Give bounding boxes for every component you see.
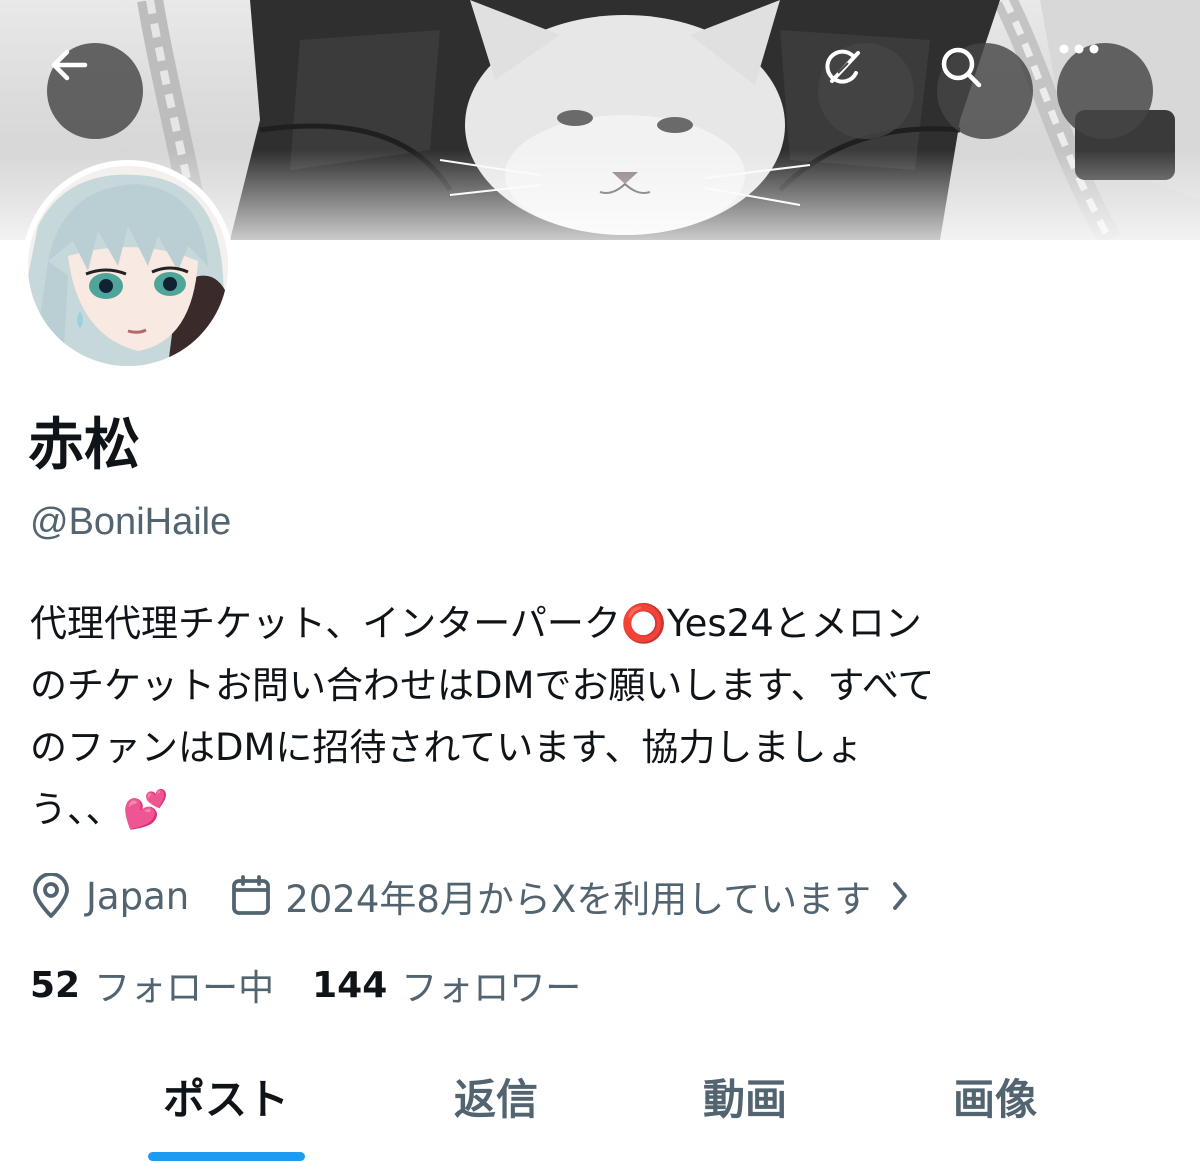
- avatar-image: [28, 166, 228, 366]
- following-count: 52: [30, 964, 81, 1006]
- tab-posts[interactable]: ポスト: [126, 1060, 326, 1132]
- search-button[interactable]: [937, 43, 1033, 139]
- avatar[interactable]: [22, 160, 234, 372]
- user-handle: @BoniHaile: [30, 501, 232, 543]
- profile-bio: 代理代理チケット、インターパーク⭕Yes24とメロン のチケットお問い合わせはD…: [30, 602, 935, 831]
- join-date-item[interactable]: 2024年8月からXを利用しています: [231, 869, 911, 923]
- tab-videos[interactable]: 動画: [645, 1060, 845, 1132]
- back-arrow-icon: [51, 49, 88, 81]
- grok-button[interactable]: [818, 43, 914, 139]
- active-tab-indicator: [148, 1152, 305, 1161]
- display-name: 赤松: [28, 413, 140, 478]
- location-pin-icon: [33, 873, 69, 918]
- chevron-right-icon: [893, 882, 908, 910]
- more-button[interactable]: [1057, 43, 1153, 139]
- location-item: Japan: [30, 873, 189, 919]
- tab-replies[interactable]: 返信: [396, 1060, 596, 1132]
- followers-label: フォロワー: [401, 968, 582, 1009]
- calendar-icon: [232, 875, 271, 915]
- profile-meta: Japan 2024年8月からXを利用しています: [30, 864, 911, 928]
- back-button[interactable]: [47, 43, 143, 139]
- following-label: フォロー中: [94, 968, 275, 1009]
- follow-stats: 52 フォロー中 144 フォロワー: [30, 956, 581, 1014]
- search-icon: [941, 47, 982, 88]
- tab-images[interactable]: 画像: [895, 1060, 1095, 1132]
- join-date-text: 2024年8月からXを利用しています: [285, 878, 872, 921]
- profile-tabs: ポスト 返信 動画 画像: [0, 1060, 1200, 1161]
- location-text: Japan: [86, 874, 190, 918]
- more-icon: [1059, 44, 1099, 54]
- following-link[interactable]: 52 フォロー中: [30, 959, 274, 1011]
- followers-count: 144: [312, 964, 388, 1006]
- followers-link[interactable]: 144 フォロワー: [312, 959, 581, 1011]
- grok-icon: [825, 49, 860, 84]
